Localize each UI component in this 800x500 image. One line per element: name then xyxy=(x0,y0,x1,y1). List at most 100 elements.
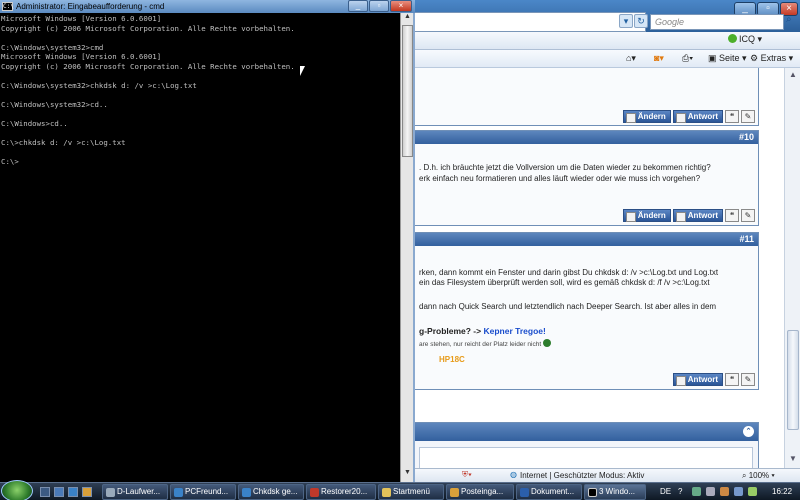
console-line: C:\Windows\system32>chkdsk d: /v >c:\Log… xyxy=(1,80,197,90)
taskbar-item-active[interactable]: 3 Windo... xyxy=(584,484,646,500)
reply-button[interactable]: Antwort xyxy=(672,373,723,386)
tools-menu[interactable]: ⚙ Extras ▾ xyxy=(750,53,793,64)
signature-prefix: g-Probleme? -> xyxy=(419,326,482,336)
console-line: C:\Windows\system32>cd.. xyxy=(1,99,108,109)
scroll-thumb[interactable] xyxy=(787,330,799,430)
post-number: #11 xyxy=(415,233,758,246)
post-11-actions: Antwort ❝ ✎ xyxy=(671,373,755,387)
signature-tag: HP18C xyxy=(439,355,465,364)
page-scrollbar[interactable]: ▲ ▼ xyxy=(784,68,800,468)
taskbar-item-label: Dokument... xyxy=(531,487,575,496)
scroll-up-icon[interactable]: ▲ xyxy=(402,13,413,24)
cmd-taskbar-icon xyxy=(588,488,597,497)
links-toolbar: ICQ ▾ xyxy=(414,32,800,50)
tray-volume-icon[interactable] xyxy=(734,487,743,496)
edit-button[interactable]: Ändern xyxy=(622,209,671,222)
quote-icon[interactable]: ❝ xyxy=(725,110,739,123)
signature-link[interactable]: Kepner Tregoe! xyxy=(483,326,545,336)
post-text-line: rken, dann kommt ein Fenster und darin g… xyxy=(419,268,719,277)
search-icon[interactable]: ⌕ xyxy=(786,14,798,30)
tray-device-icon[interactable] xyxy=(706,487,715,496)
taskbar-item[interactable]: Posteinga... xyxy=(446,484,514,500)
taskbar-item-label: PCFreund... xyxy=(185,487,229,496)
taskbar-item-label: D-Laufwer... xyxy=(117,487,161,496)
tray-antivirus-icon[interactable] xyxy=(720,487,729,496)
tray-help-icon[interactable]: ? xyxy=(678,487,682,496)
scroll-thumb[interactable] xyxy=(402,25,413,157)
ie-icon xyxy=(242,488,251,497)
collapse-icon[interactable]: ⌃ xyxy=(743,426,754,437)
taskbar-item[interactable]: Dokument... xyxy=(516,484,582,500)
show-desktop-icon[interactable] xyxy=(40,487,50,497)
cmd-close-button[interactable]: × xyxy=(390,0,412,12)
drive-icon xyxy=(106,488,115,497)
forum-page: Ändern Antwort ❝ ✎ #10 . D.h. ich bräuchte … xyxy=(414,68,784,468)
switch-windows-icon[interactable] xyxy=(54,487,64,497)
smiley-icon xyxy=(542,339,551,347)
browser-window: _ ▫ × ▾ ↻ Google ⌕ ICQ ▾ ⌂▾ ◙▾ ⎙▾ ▣ Seit… xyxy=(414,0,800,482)
desktop: _ ▫ × ▾ ↻ Google ⌕ ICQ ▾ ⌂▾ ◙▾ ⎙▾ ▣ Seit… xyxy=(0,0,800,500)
reply-button[interactable]: Antwort xyxy=(672,209,723,222)
reply-button[interactable]: Antwort xyxy=(672,110,723,123)
dropdown-icon[interactable]: ▾ xyxy=(619,14,633,28)
signature-note-text: are stehen, nur reicht der Platz leider … xyxy=(419,341,542,348)
edit-pencil-icon[interactable]: ✎ xyxy=(741,209,755,222)
ie-icon xyxy=(174,488,183,497)
language-indicator[interactable]: DE xyxy=(660,487,671,496)
page-menu-label: Seite xyxy=(719,53,740,63)
cmd-minimize-button[interactable]: _ xyxy=(348,0,368,12)
refresh-icon[interactable]: ↻ xyxy=(634,14,648,28)
console-output[interactable]: Microsoft Windows [Version 6.0.6001] Copy… xyxy=(1,14,399,480)
edit-pencil-icon[interactable]: ✎ xyxy=(741,110,755,123)
tray-network-icon[interactable] xyxy=(692,487,701,496)
scroll-up-icon[interactable]: ▲ xyxy=(787,70,799,82)
home-icon[interactable]: ⌂▾ xyxy=(626,53,636,64)
folder-quicklaunch-icon[interactable] xyxy=(82,487,92,497)
cmd-scrollbar[interactable]: ▲ ▼ xyxy=(400,13,413,482)
console-line: Microsoft Windows [Version 6.0.6001] xyxy=(1,14,162,23)
word-icon xyxy=(520,488,529,497)
icq-button[interactable]: ICQ ▾ xyxy=(728,34,762,45)
console-line: Microsoft Windows [Version 6.0.6001] xyxy=(1,52,162,61)
tray-power-icon[interactable] xyxy=(748,487,757,496)
scroll-down-icon[interactable]: ▼ xyxy=(787,454,799,466)
taskbar: D-Laufwer... PCFreund... Chkdsk ge... Re… xyxy=(0,480,800,500)
address-bar[interactable] xyxy=(414,12,646,32)
zoom-level[interactable]: ⌕ 100% ▾ xyxy=(742,471,775,481)
quote-icon[interactable]: ❝ xyxy=(725,209,739,222)
ie-quicklaunch-icon[interactable] xyxy=(68,487,78,497)
feed-icon[interactable]: ◙▾ xyxy=(654,53,664,64)
zoom-value: 100% xyxy=(748,471,770,480)
taskbar-item[interactable]: D-Laufwer... xyxy=(102,484,168,500)
signature-line: g-Probleme? -> Kepner Tregoe! xyxy=(419,326,546,336)
globe-icon: ◍ xyxy=(510,470,517,479)
post-text-line: ein das Filesystem überprüft werden soll… xyxy=(419,278,710,287)
post-body: rken, dann kommt ein Fenster und darin g… xyxy=(415,246,758,389)
taskbar-item-label: Chkdsk ge... xyxy=(253,487,298,496)
taskbar-item[interactable]: PCFreund... xyxy=(170,484,236,500)
search-input[interactable]: Google xyxy=(650,14,784,30)
start-orb-icon[interactable] xyxy=(1,480,33,500)
edit-pencil-icon[interactable]: ✎ xyxy=(741,373,755,386)
post-9-actions: Ändern Antwort ❝ ✎ xyxy=(621,106,755,123)
taskbar-item[interactable]: Startmenü xyxy=(378,484,444,500)
post-text-line: erk einfach neu formatieren und alles lä… xyxy=(419,174,701,183)
taskbar-item[interactable]: Chkdsk ge... xyxy=(238,484,304,500)
clock[interactable]: 16:22 xyxy=(772,487,792,496)
quote-icon[interactable]: ❝ xyxy=(725,373,739,386)
post-10: #10 . D.h. ich bräuchte jetzt die Vollve… xyxy=(414,130,759,226)
print-icon[interactable]: ⎙▾ xyxy=(682,53,693,64)
console-line: C:\>chkdsk d: /v >c:\Log.txt xyxy=(1,137,126,147)
edit-button[interactable]: Ändern xyxy=(622,110,671,123)
browser-titlebar: _ ▫ × ▾ ↻ Google ⌕ xyxy=(414,0,800,32)
scroll-down-icon[interactable]: ▼ xyxy=(402,469,413,480)
taskbar-item[interactable]: Restorer20... xyxy=(306,484,376,500)
system-tray: DE ? 16:22 xyxy=(660,483,800,500)
page-menu[interactable]: ▣ Seite ▾ xyxy=(708,53,747,64)
console-line: C:\> xyxy=(1,156,19,166)
security-icon: ⛨▾ xyxy=(462,470,472,479)
cmd-maximize-button[interactable]: ▫ xyxy=(369,0,389,12)
restorer-icon xyxy=(310,488,319,497)
reply-box[interactable] xyxy=(419,447,753,468)
